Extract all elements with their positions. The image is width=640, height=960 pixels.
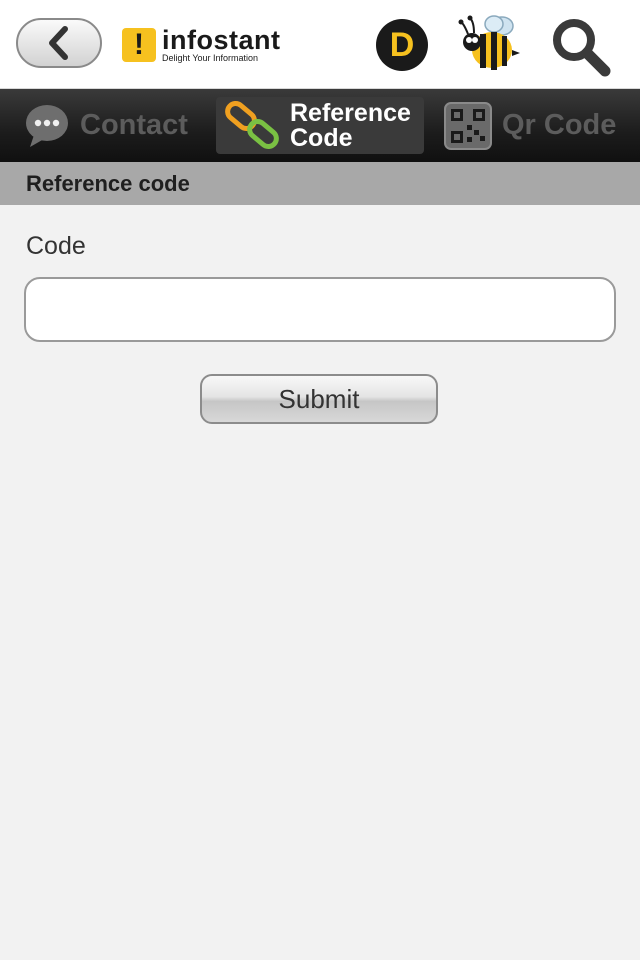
back-arrow-icon xyxy=(49,26,68,60)
search-icon[interactable] xyxy=(550,16,612,78)
infostant-logo[interactable]: ! infostant Delight Your Information xyxy=(122,26,281,64)
tab-reference-code[interactable]: Reference Code xyxy=(216,97,424,154)
tab-reference-label-line2: Code xyxy=(290,123,353,152)
section-title: Reference code xyxy=(26,170,190,196)
chat-bubble-icon xyxy=(26,104,68,147)
d-badge-icon[interactable]: D xyxy=(376,19,428,71)
logo-exclamation-icon: ! xyxy=(122,28,156,62)
tab-contact[interactable]: Contact xyxy=(24,97,188,154)
back-button[interactable] xyxy=(16,18,102,68)
logo-tagline: Delight Your Information xyxy=(162,52,259,63)
tab-reference-label-line1: Reference xyxy=(290,98,411,127)
top-header: ! infostant Delight Your Information D xyxy=(0,0,640,89)
code-field-label: Code xyxy=(26,232,86,260)
tab-qr-label: Qr Code xyxy=(502,109,617,141)
qr-code-icon xyxy=(444,101,492,150)
tab-contact-label: Contact xyxy=(80,109,188,141)
code-input[interactable] xyxy=(24,277,616,342)
bee-icon[interactable] xyxy=(458,12,522,74)
tab-bar: Contact Reference Code Qr Code xyxy=(0,89,640,162)
tab-qr-code[interactable]: Qr Code xyxy=(444,97,616,154)
logo-name: infostant xyxy=(162,24,281,55)
submit-button[interactable]: Submit xyxy=(200,374,438,424)
chain-link-icon xyxy=(225,100,279,149)
section-header: Reference code xyxy=(0,162,640,205)
